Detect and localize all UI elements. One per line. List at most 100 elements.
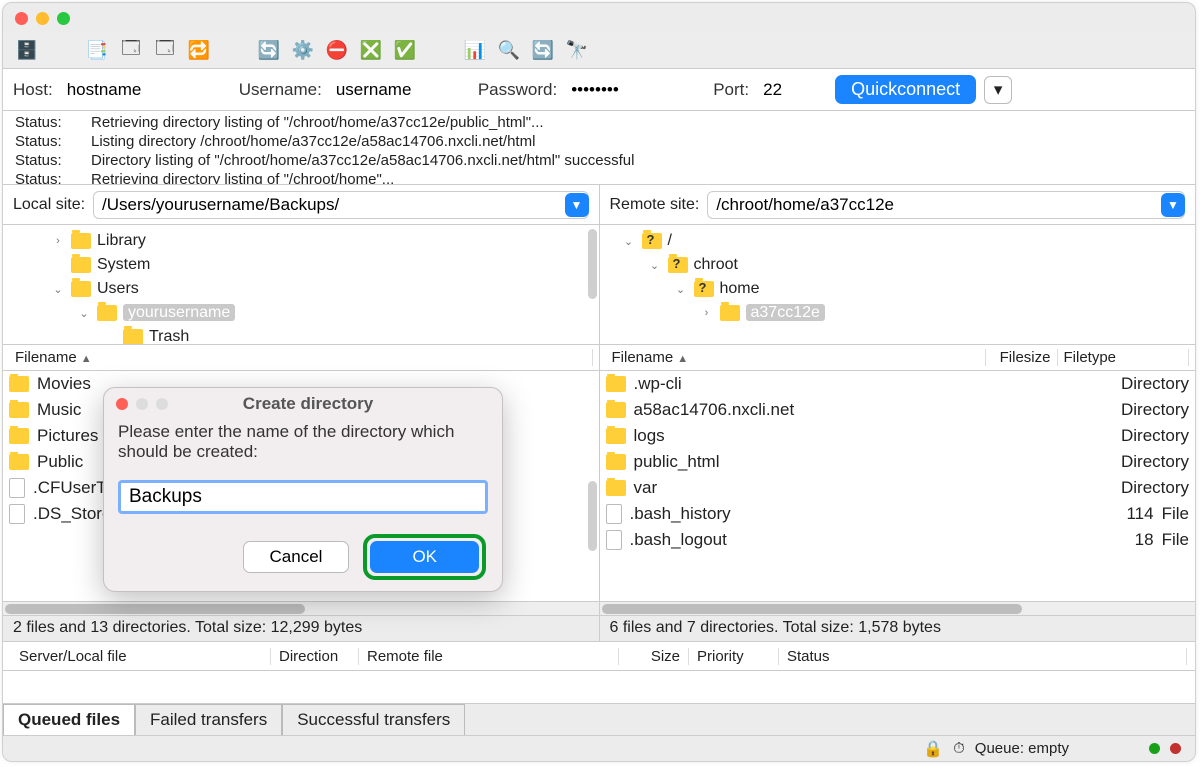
scrollbar[interactable] xyxy=(588,229,597,299)
tree-item[interactable]: ⌄ / xyxy=(608,229,1188,253)
local-hscroll[interactable] xyxy=(3,601,599,615)
toggle-queue-button[interactable]: 🔁 xyxy=(185,37,213,65)
list-item[interactable]: logs Directory xyxy=(600,423,1196,449)
list-item[interactable]: .bash_logout 18 File xyxy=(600,527,1196,553)
sync-icon: 🔄 xyxy=(532,40,554,62)
filename: logs xyxy=(634,426,665,446)
list-item[interactable]: .bash_history 114 File xyxy=(600,501,1196,527)
remote-file-list[interactable]: .wp-cli Directory a58ac14706.nxcli.net D… xyxy=(600,371,1196,601)
processing-button[interactable]: ⚙️ xyxy=(289,37,317,65)
col-status[interactable]: Status xyxy=(779,648,1187,665)
reconnect-button[interactable]: ✅ xyxy=(391,37,419,65)
remote-summary: 6 files and 7 directories. Total size: 1… xyxy=(600,615,1196,641)
message-log[interactable]: Status:Retrieving directory listing of "… xyxy=(3,111,1195,185)
lock-icon[interactable]: 🔒 xyxy=(923,739,943,759)
sync-browse-button[interactable]: 🔄 xyxy=(529,37,557,65)
list-item[interactable]: public_html Directory xyxy=(600,449,1196,475)
disclosure-icon[interactable]: ⌄ xyxy=(648,259,662,272)
quickconnect-button[interactable]: Quickconnect xyxy=(835,75,976,104)
password-input[interactable] xyxy=(565,76,705,104)
scrollbar[interactable] xyxy=(588,481,597,551)
dialog-ok-button[interactable]: OK xyxy=(370,541,479,573)
disclosure-icon[interactable]: › xyxy=(700,307,714,319)
col-priority[interactable]: Priority xyxy=(689,648,779,665)
refresh-button[interactable]: 🔄 xyxy=(255,37,283,65)
queue-body[interactable] xyxy=(3,671,1195,703)
dialog-cancel-button[interactable]: Cancel xyxy=(243,541,350,573)
local-site-dropdown[interactable]: ▼ xyxy=(565,193,589,217)
toggle-remote-tree-button[interactable]: 🗔 xyxy=(151,37,179,65)
queue-header[interactable]: Server/Local file Direction Remote file … xyxy=(3,641,1195,671)
close-window-button[interactable] xyxy=(15,12,28,25)
disconnect-button[interactable]: ❎ xyxy=(357,37,385,65)
local-site-input[interactable] xyxy=(93,191,588,219)
username-label: Username: xyxy=(239,80,322,100)
log-line: Status:Retrieving directory listing of "… xyxy=(15,170,1183,185)
compare-button[interactable]: 📊 xyxy=(461,37,489,65)
remote-site-dropdown[interactable]: ▼ xyxy=(1161,193,1185,217)
cancel-button[interactable]: ⛔ xyxy=(323,37,351,65)
host-label: Host: xyxy=(13,80,53,100)
username-input[interactable] xyxy=(330,76,470,104)
filename: .bash_history xyxy=(630,504,731,524)
filename: Public xyxy=(37,452,83,472)
col-remote[interactable]: Remote file xyxy=(359,648,619,665)
remote-hscroll[interactable] xyxy=(600,601,1196,615)
tree-item[interactable]: Trash xyxy=(11,325,591,345)
col-filename[interactable]: Filename▲ xyxy=(606,349,986,366)
local-summary: 2 files and 13 directories. Total size: … xyxy=(3,615,599,641)
list-item[interactable]: .wp-cli Directory xyxy=(600,371,1196,397)
disclosure-icon[interactable]: › xyxy=(51,235,65,247)
filetype: File xyxy=(1154,530,1189,550)
local-tree[interactable]: › Library System ⌄ Users ⌄ yourusername … xyxy=(3,225,599,345)
tree-item[interactable]: System xyxy=(11,253,591,277)
disclosure-icon[interactable]: ⌄ xyxy=(622,235,636,248)
tree-item[interactable]: ⌄ Users xyxy=(11,277,591,301)
tab-failed[interactable]: Failed transfers xyxy=(135,704,282,735)
toggle-local-tree-button[interactable]: 🗔 xyxy=(117,37,145,65)
find-button[interactable]: 🔭 xyxy=(563,37,591,65)
quickconnect-history-button[interactable]: ▾ xyxy=(984,76,1012,104)
tree-item[interactable]: ⌄ home xyxy=(608,277,1188,301)
remote-list-header[interactable]: Filename▲ Filesize Filetype xyxy=(600,345,1196,371)
zoom-window-button[interactable] xyxy=(57,12,70,25)
col-server[interactable]: Server/Local file xyxy=(11,648,271,665)
col-filesize[interactable]: Filesize xyxy=(986,349,1058,366)
toggle-log-button[interactable]: 📑 xyxy=(83,37,111,65)
disclosure-icon[interactable]: ⌄ xyxy=(51,283,65,296)
filename: Pictures xyxy=(37,426,98,446)
log-line: Status:Directory listing of "/chroot/hom… xyxy=(15,151,1183,170)
log-line: Status:Retrieving directory listing of "… xyxy=(15,113,1183,132)
tab-successful[interactable]: Successful transfers xyxy=(282,704,465,735)
host-input[interactable] xyxy=(61,76,231,104)
local-list-header[interactable]: Filename▲ xyxy=(3,345,599,371)
speed-icon[interactable]: ⏱ xyxy=(953,740,965,757)
tab-queued[interactable]: Queued files xyxy=(3,704,135,735)
tree-item[interactable]: › a37cc12e xyxy=(608,301,1188,325)
status-bar: 🔒 ⏱ Queue: empty xyxy=(3,735,1195,761)
tree-icon: 🗔 xyxy=(120,40,142,62)
col-filename[interactable]: Filename▲ xyxy=(9,349,593,366)
directory-name-input[interactable] xyxy=(118,480,488,514)
tree-item[interactable]: › Library xyxy=(11,229,591,253)
file-icon xyxy=(9,478,25,498)
site-manager-icon: 🗄️ xyxy=(16,40,38,62)
col-direction[interactable]: Direction xyxy=(271,648,359,665)
port-input[interactable] xyxy=(757,76,827,104)
remote-site-input[interactable] xyxy=(707,191,1185,219)
list-item[interactable]: var Directory xyxy=(600,475,1196,501)
filter-button[interactable]: 🔍 xyxy=(495,37,523,65)
list-item[interactable]: a58ac14706.nxcli.net Directory xyxy=(600,397,1196,423)
tree-item[interactable]: ⌄ chroot xyxy=(608,253,1188,277)
tree-icon: 🗔 xyxy=(154,40,176,62)
dialog-titlebar: Create directory xyxy=(104,388,502,420)
minimize-window-button[interactable] xyxy=(36,12,49,25)
site-manager-button[interactable]: 🗄️ xyxy=(13,37,41,65)
disclosure-icon[interactable]: ⌄ xyxy=(77,307,91,320)
col-filetype[interactable]: Filetype xyxy=(1058,349,1190,366)
tree-item[interactable]: ⌄ yourusername xyxy=(11,301,591,325)
remote-tree[interactable]: ⌄ / ⌄ chroot ⌄ home › a37cc12e xyxy=(600,225,1196,345)
disclosure-icon[interactable]: ⌄ xyxy=(674,283,688,296)
window-titlebar xyxy=(3,3,1195,33)
col-size[interactable]: Size xyxy=(619,648,689,665)
